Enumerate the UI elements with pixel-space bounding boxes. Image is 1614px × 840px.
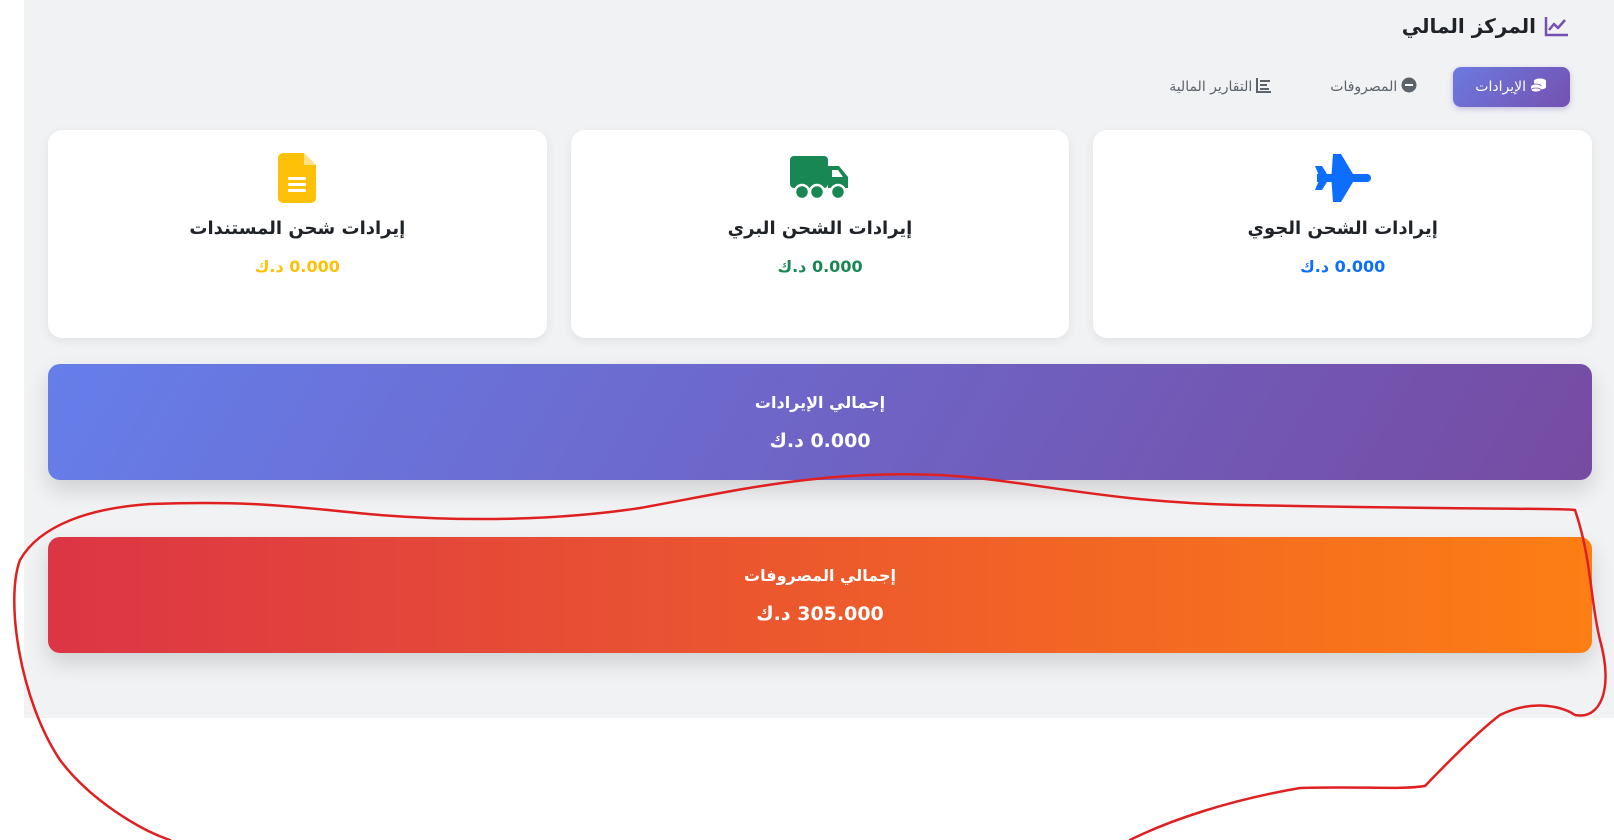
total-revenue-label: إجمالي الإيرادات (754, 392, 886, 412)
coins-icon (1530, 77, 1548, 97)
card-land-shipping-label: إيرادات الشحن البري (727, 218, 913, 239)
page-title: المركز المالي (1402, 14, 1570, 38)
card-air-shipping-label: إيرادات الشحن الجوي (1247, 218, 1438, 239)
total-expenses-label: إجمالي المصروفات (744, 565, 896, 585)
tab-financial-reports-label: التقارير المالية (1169, 79, 1253, 95)
card-land-shipping-revenue: إيرادات الشحن البري 0.000 د.ك (570, 130, 1070, 338)
card-air-shipping-amount: 0.000 د.ك (1300, 257, 1386, 276)
tab-expenses-label: المصروفات (1330, 79, 1398, 95)
card-land-shipping-amount: 0.000 د.ك (777, 257, 863, 276)
tab-expenses[interactable]: المصروفات (1308, 67, 1439, 107)
card-air-shipping-revenue: إيرادات الشحن الجوي 0.000 د.ك (1093, 130, 1593, 338)
card-document-shipping-revenue: إيرادات شحن المستندات 0.000 د.ك (48, 130, 547, 338)
card-document-shipping-label: إيرادات شحن المستندات (189, 218, 406, 239)
document-icon (278, 152, 317, 204)
card-document-shipping-amount: 0.000 د.ك (254, 257, 340, 276)
minus-circle-icon (1401, 77, 1417, 97)
truck-icon (790, 152, 850, 204)
total-expenses-amount: 305.000 د.ك (756, 602, 884, 625)
plane-icon (1314, 152, 1371, 204)
total-expenses-banner: إجمالي المصروفات 305.000 د.ك (48, 537, 1592, 653)
tab-bar: الإيرادات المصروفات التقارير المالية (1147, 67, 1570, 107)
tab-financial-reports[interactable]: التقارير المالية (1147, 67, 1294, 107)
revenue-cards: إيرادات شحن المستندات 0.000 د.ك إيرادات … (48, 130, 1593, 338)
report-icon (1256, 77, 1272, 97)
page-title-text: المركز المالي (1401, 14, 1536, 38)
financial-center-page: المركز المالي الإيرادات المصروفات التقار… (24, 0, 1614, 718)
total-revenue-banner: إجمالي الإيرادات 0.000 د.ك (48, 364, 1592, 480)
chart-line-icon (1544, 15, 1570, 37)
tab-revenues-label: الإيرادات (1475, 79, 1526, 95)
total-revenue-amount: 0.000 د.ك (769, 429, 871, 452)
tab-revenues[interactable]: الإيرادات (1453, 67, 1570, 107)
